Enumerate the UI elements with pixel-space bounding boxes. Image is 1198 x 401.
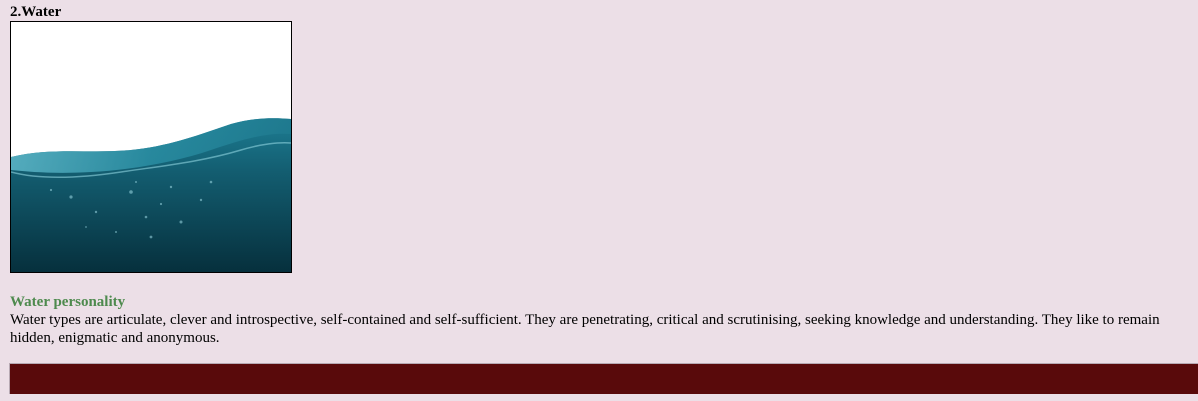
footer-bar [9, 363, 1198, 394]
personality-description: Water types are articulate, clever and i… [10, 312, 1160, 346]
page: 2.Water Water personality Water types ar… [0, 0, 1198, 401]
water-image [10, 21, 292, 273]
personality-heading: Water personality [10, 294, 126, 310]
section-title: 2.Water [10, 4, 62, 20]
water-wave-icon [11, 22, 291, 272]
